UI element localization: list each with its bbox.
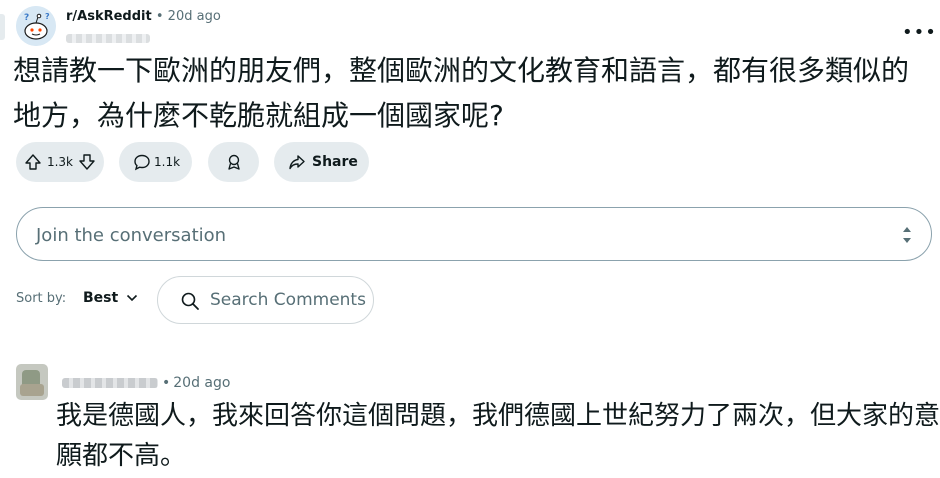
svg-text:?: ?: [24, 13, 29, 23]
join-conversation-input[interactable]: Join the conversation: [16, 207, 932, 261]
comment-bubble-icon: [133, 153, 151, 171]
comment-timestamp: 20d ago: [173, 375, 231, 391]
sort-dropdown[interactable]: Best: [83, 290, 138, 306]
svg-text:?: ?: [45, 12, 50, 21]
join-placeholder: Join the conversation: [36, 225, 227, 246]
more-options-icon[interactable]: •••: [902, 22, 937, 43]
post-timestamp: 20d ago: [167, 9, 221, 24]
expand-arrows-icon[interactable]: [901, 224, 913, 250]
post-meta: r/AskReddit • 20d ago: [66, 9, 221, 24]
vote-pill: 1.3k: [16, 142, 104, 182]
meta-separator: •: [155, 9, 164, 24]
comment-separator: •: [162, 375, 171, 391]
redacted-commenter-name: [62, 378, 158, 388]
post-title: 想請教一下歐洲的朋友們，整個歐洲的文化教育和語言，都有很多類似的地方，為什麼不乾…: [13, 54, 910, 132]
share-button[interactable]: Share: [274, 142, 369, 182]
sort-value: Best: [83, 290, 119, 306]
award-icon: [225, 153, 243, 171]
subreddit-avatar[interactable]: ? ?: [16, 6, 56, 46]
vote-count: 1.3k: [46, 155, 74, 169]
search-comments-input[interactable]: Search Comments: [157, 276, 374, 324]
award-button[interactable]: [208, 142, 259, 182]
comment-meta: • 20d ago: [62, 374, 230, 392]
chevron-down-icon: [127, 294, 138, 302]
subreddit-link[interactable]: r/AskReddit: [66, 9, 152, 24]
snoo-question-icon: ? ?: [16, 6, 56, 46]
sort-label: Sort by:: [16, 291, 67, 306]
share-arrow-icon: [288, 153, 306, 171]
redacted-username: [66, 34, 150, 43]
comment-controls: Sort by: Best Search Comments: [16, 276, 616, 324]
search-icon: [180, 291, 200, 315]
share-label: Share: [312, 154, 358, 170]
comment-body: 我是德國人，我來回答你這個問題，我們德國上世紀努力了兩次，但大家的意願都不高。: [56, 401, 940, 471]
comments-button[interactable]: 1.1k: [119, 142, 192, 182]
upvote-icon[interactable]: [24, 153, 42, 171]
comment-count: 1.1k: [154, 155, 181, 169]
post-header: ? ? r/AskReddit • 20d ago •••: [16, 6, 936, 50]
left-edge-tab: [0, 14, 5, 40]
downvote-icon[interactable]: [78, 153, 96, 171]
commenter-avatar[interactable]: [16, 364, 48, 400]
search-placeholder: Search Comments: [210, 290, 366, 310]
